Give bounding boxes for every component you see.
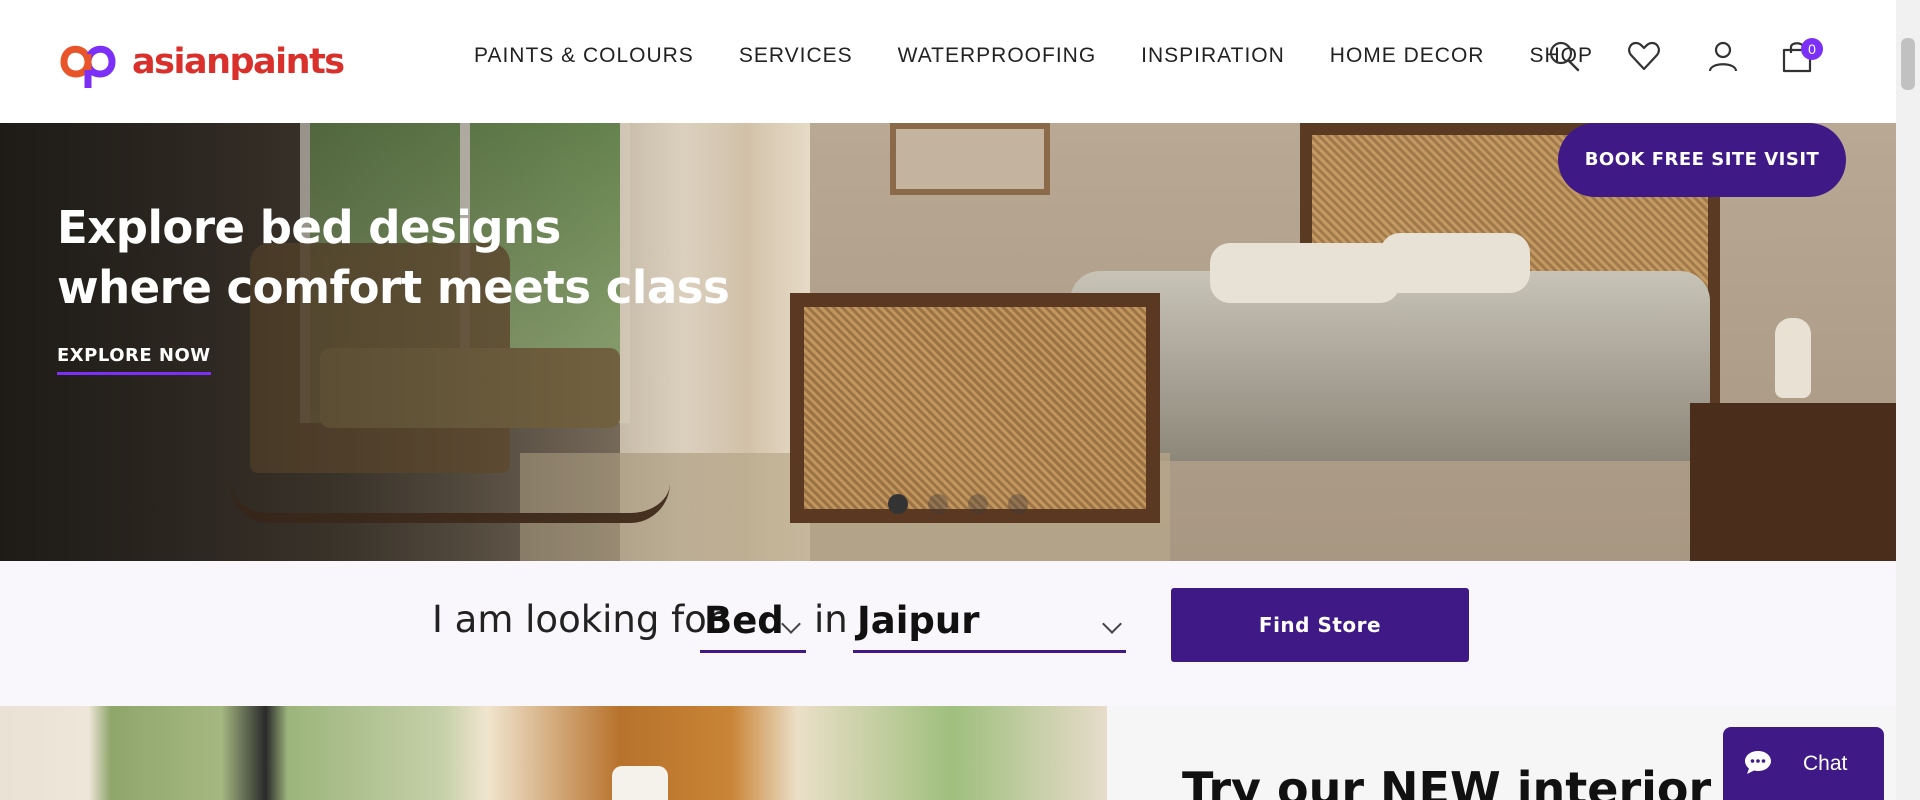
- chevron-down-icon: [781, 614, 801, 634]
- hero-text-shade: [0, 123, 760, 561]
- chevron-down-icon: [1102, 614, 1122, 634]
- chat-bubble-icon: [1745, 751, 1771, 774]
- finder-prefix-text: I am looking for: [432, 598, 722, 641]
- city-select-value: Jaipur: [857, 599, 980, 642]
- page-scrollbar[interactable]: [1896, 0, 1920, 800]
- brand-wordmark: asianpaints: [132, 42, 345, 82]
- category-select[interactable]: Bed: [700, 589, 806, 653]
- site-header: asianpaints PAINTS & COLOURS SERVICES WA…: [0, 0, 1896, 123]
- wishlist-heart-icon[interactable]: [1626, 38, 1662, 74]
- carousel-dot-3[interactable]: [968, 494, 988, 514]
- nav-item-waterproofing[interactable]: WATERPROOFING: [898, 44, 1097, 68]
- user-icon[interactable]: [1705, 38, 1741, 74]
- explore-now-link[interactable]: EXPLORE NOW: [57, 345, 211, 375]
- scrollbar-thumb[interactable]: [1901, 38, 1915, 90]
- nav-item-services[interactable]: SERVICES: [739, 44, 853, 68]
- nav-item-paints-colours[interactable]: PAINTS & COLOURS: [474, 44, 694, 68]
- hero-title-line-1: Explore bed designs: [57, 201, 561, 254]
- carousel-dots: [888, 494, 1028, 514]
- interior-vase-image: [612, 766, 668, 800]
- store-finder: I am looking for Bed in Jaipur Find Stor…: [0, 561, 1896, 706]
- nav-item-home-decor[interactable]: HOME DECOR: [1330, 44, 1485, 68]
- interior-design-image: [0, 706, 1107, 800]
- chat-label: Chat: [1803, 752, 1848, 775]
- carousel-dot-1[interactable]: [888, 494, 908, 514]
- cart-count-badge: 0: [1801, 38, 1823, 60]
- logo-mark-icon: [60, 45, 116, 88]
- find-store-button[interactable]: Find Store: [1171, 588, 1469, 662]
- main-nav: PAINTS & COLOURS SERVICES WATERPROOFING …: [474, 44, 1638, 68]
- carousel-dot-2[interactable]: [928, 494, 948, 514]
- book-free-site-visit-button[interactable]: BOOK FREE SITE VISIT: [1558, 123, 1846, 197]
- finder-connector-text: in: [814, 598, 848, 641]
- carousel-dot-4[interactable]: [1008, 494, 1028, 514]
- hero-title-line-2: where comfort meets class: [57, 261, 730, 314]
- brand-logo[interactable]: asianpaints: [58, 36, 345, 88]
- hero-footboard-image: [790, 293, 1160, 523]
- hero-pillow-image: [1380, 233, 1530, 293]
- city-select[interactable]: Jaipur: [853, 589, 1126, 653]
- chat-widget-button[interactable]: Chat: [1723, 727, 1884, 800]
- nav-item-inspiration[interactable]: INSPIRATION: [1141, 44, 1285, 68]
- hero-vase-image: [1775, 318, 1811, 398]
- hero-pillow-image: [1210, 243, 1400, 303]
- hero-wall-frame-image: [890, 123, 1050, 195]
- search-icon[interactable]: [1546, 38, 1582, 74]
- category-select-value: Bed: [704, 599, 784, 642]
- hero-nightstand-image: [1690, 403, 1896, 561]
- hero-title: Explore bed designs where comfort meets …: [57, 198, 730, 318]
